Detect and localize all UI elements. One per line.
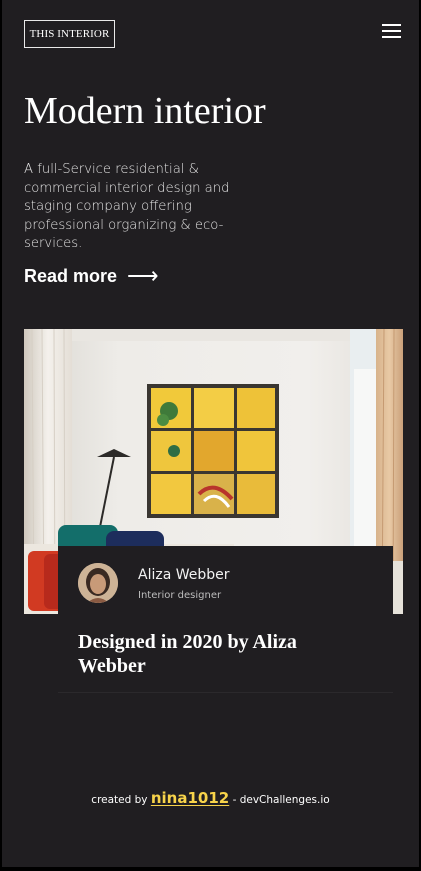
menu-bar <box>382 36 401 38</box>
read-more-link[interactable]: Read more ⟶ <box>24 264 159 288</box>
arrow-right-icon: ⟶ <box>127 263 159 288</box>
hero-description: A full-Service residential & commercial … <box>24 162 230 251</box>
footer-credit: created by nina1012 - devChallenges.io <box>2 788 419 810</box>
hamburger-menu-icon[interactable] <box>382 24 401 38</box>
hero-title: Modern interior <box>24 90 266 132</box>
menu-bar <box>382 30 401 32</box>
page: THIS INTERIOR Modern interior A full-Ser… <box>0 0 421 871</box>
read-more-label: Read more <box>24 266 118 286</box>
author-role: Interior designer <box>138 590 222 601</box>
designer-card: Aliza Webber Interior designer Designed … <box>58 546 393 693</box>
author-handle-link[interactable]: nina1012 <box>151 789 229 807</box>
footer-suffix: - devChallenges.io <box>232 794 330 806</box>
author-avatar <box>78 563 118 603</box>
menu-bar <box>382 24 401 26</box>
author-name: Aliza Webber <box>138 567 230 583</box>
brand-logo[interactable]: THIS INTERIOR <box>24 20 115 48</box>
card-title: Designed in 2020 by Aliza Webber <box>78 631 297 677</box>
footer-prefix: created by <box>91 794 148 806</box>
